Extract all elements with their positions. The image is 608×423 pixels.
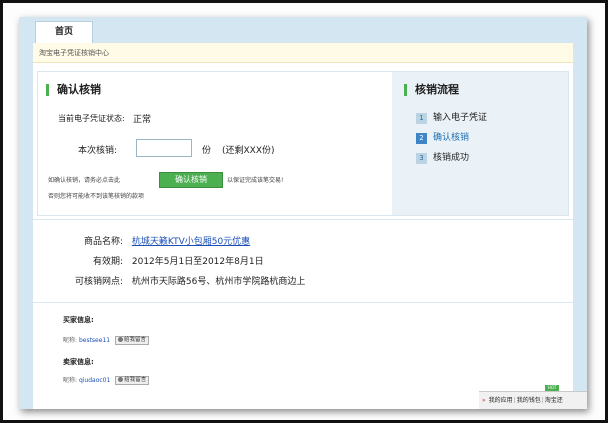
validity-label: 有效期: [92,257,123,267]
hot-flag: HOT [545,385,559,391]
bottom-toolbar: HOT » 我的应用|我的钱包|淘宝还 [479,385,587,409]
my-apps-link[interactable]: 我的应用 [489,397,513,404]
amount-input[interactable] [136,139,192,157]
separator: | [513,397,516,404]
flow-title: 核销流程 [404,84,459,96]
message-label: 给我留言 [124,377,147,383]
chat-icon [118,337,123,342]
status-label: 当前电子凭证状态: [58,114,125,123]
product-name-label: 商品名称: [83,237,123,247]
browser-screenshot: 首页 淘宝电子凭证核销中心 确认核销 当前电子凭证状态: 正常 本次核销: 份 … [19,17,587,409]
separator: | [541,397,544,404]
message-label: 给我留言 [124,337,147,343]
flow-step-3: 3 核销成功 [416,150,469,164]
collapse-arrows-icon[interactable]: » [482,397,486,404]
step-label: 核销成功 [433,153,470,163]
buyer-nick[interactable]: bestsee11 [79,337,110,344]
locations-label: 可核销网点: [74,277,123,287]
chat-icon [118,377,124,382]
photo-frame: 首页 淘宝电子凭证核销中心 确认核销 当前电子凭证状态: 正常 本次核销: 份 … [0,0,608,423]
flow-step-2: 2 确认核销 [416,130,469,144]
verify-section: 确认核销 当前电子凭证状态: 正常 本次核销: 份 (还剩XXX份) 如确认核销… [37,71,569,216]
validity-value: 2012年5月1日至2012年8月1日 [131,257,264,267]
locations-row: 可核销网点: 杭州市天际路56号、杭州市学院路杭商边上 [45,274,305,287]
tab-home[interactable]: 首页 [35,21,93,43]
amount-unit: 份 [202,146,212,156]
confirm-panel: 确认核销 当前电子凭证状态: 正常 本次核销: 份 (还剩XXX份) 如确认核销… [38,72,392,215]
hint-before: 如确认核销，请务必点击此 [48,177,121,184]
flow-step-1: 1 输入电子凭证 [416,110,487,124]
seller-prefix: 昵称: [63,377,78,384]
product-name-row: 商品名称: 杭城天籁KTV小包厢50元优惠 [63,234,250,247]
hint-after: 以保证完成该笔交易! [227,177,284,184]
taobao-link[interactable]: 淘宝还 [545,397,563,404]
product-name-link[interactable]: 杭城天籁KTV小包厢50元优惠 [132,237,250,247]
buyer-title: 买家信息: [63,316,94,324]
product-section: 商品名称: 杭城天籁KTV小包厢50元优惠 有效期: 2012年5月1日至201… [33,219,573,303]
buyer-prefix: 昵称: [63,337,78,344]
payment-warning: 否则您将可能收不到该笔核销的款项 [48,193,145,200]
flow-panel: 核销流程 1 输入电子凭证 2 确认核销 3 核销成功 [396,72,568,215]
top-nav: 首页 [19,17,587,43]
buyer-row: 昵称: bestsee11 给我留言 [63,335,150,345]
step-label: 输入电子凭证 [433,113,488,123]
seller-message-button[interactable]: 给我留言 [115,376,150,385]
seller-title: 卖家信息: [63,358,94,366]
step-number: 2 [416,133,427,144]
step-number: 3 [416,153,427,164]
seller-row: 昵称: qiudaoc01 给我留言 [63,375,150,385]
status-value: 正常 [133,115,152,125]
buyer-message-button[interactable]: 给我留言 [115,336,150,345]
amount-label: 本次核销: [78,146,118,156]
confirm-verify-button[interactable]: 确认核销 [159,172,223,188]
seller-nick[interactable]: qiudaoc01 [79,377,110,384]
step-number: 1 [416,113,427,124]
notice-bar: 淘宝电子凭证核销中心 [33,43,573,63]
validity-row: 有效期: 2012年5月1日至2012年8月1日 [63,254,264,267]
confirm-title: 确认核销 [46,84,101,96]
page-content: 淘宝电子凭证核销中心 确认核销 当前电子凭证状态: 正常 本次核销: 份 (还剩… [33,43,573,409]
remaining-count: (还剩XXX份) [222,146,275,156]
step-label: 确认核销 [433,133,470,143]
my-wallet-link[interactable]: 我的钱包 [517,397,541,404]
locations-value: 杭州市天际路56号、杭州市学院路杭商边上 [131,277,306,287]
